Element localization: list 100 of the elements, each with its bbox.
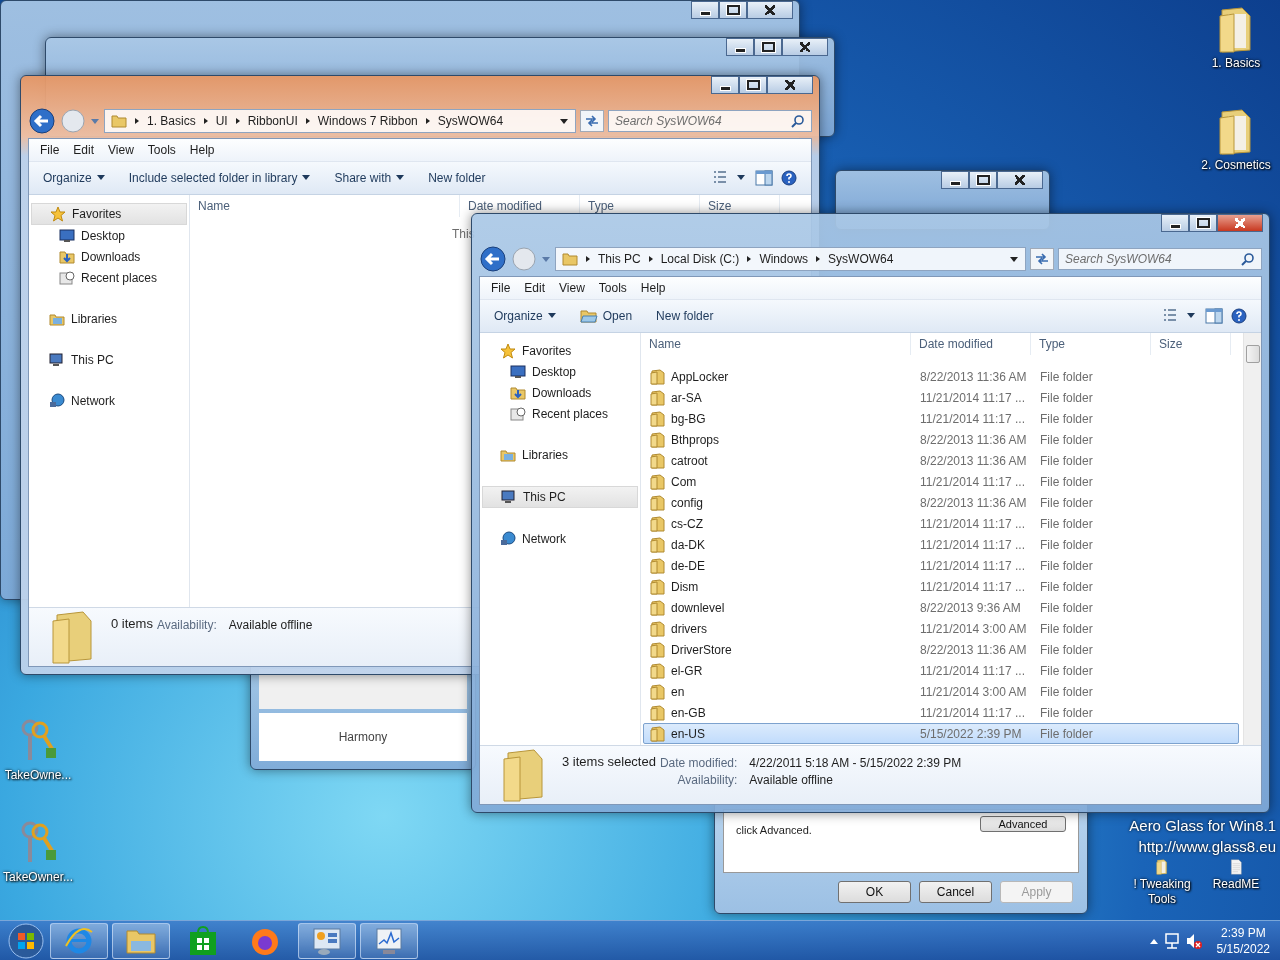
- nav-item[interactable]: Downloads: [31, 246, 187, 267]
- caret-icon[interactable]: [541, 254, 551, 264]
- start-button[interactable]: [6, 920, 46, 960]
- nav-item[interactable]: Network: [482, 529, 638, 549]
- breadcrumb-item[interactable]: SysWOW64: [828, 252, 894, 266]
- nav-item[interactable]: Recent places: [31, 267, 187, 288]
- file-row[interactable]: Dism 11/21/2014 11:17 ... File folder: [643, 576, 1239, 597]
- menu-item[interactable]: Help: [633, 281, 673, 295]
- file-row[interactable]: bg-BG 11/21/2014 11:17 ... File folder: [643, 408, 1239, 429]
- file-row[interactable]: ar-SA 11/21/2014 11:17 ... File folder: [643, 387, 1239, 408]
- menu-item[interactable]: View: [552, 281, 592, 295]
- nav-item[interactable]: Favorites: [482, 341, 638, 361]
- breadcrumb-item[interactable]: Windows: [759, 252, 809, 266]
- desktop-icon[interactable]: 1. Basics: [1194, 6, 1278, 71]
- refresh-button[interactable]: [1030, 248, 1054, 270]
- nav-item[interactable]: This PC: [31, 350, 187, 370]
- file-row[interactable]: en-GB 11/21/2014 11:17 ... File folder: [643, 702, 1239, 723]
- file-row[interactable]: en-US 5/15/2022 2:39 PM File folder: [643, 723, 1239, 744]
- scrollbar[interactable]: [1243, 333, 1261, 745]
- toolbar-button[interactable]: Organize: [486, 306, 564, 326]
- nav-item[interactable]: Libraries: [482, 445, 638, 465]
- toolbar-button[interactable]: New folder: [420, 168, 494, 188]
- toolbar-button[interactable]: Organize: [35, 168, 113, 188]
- menu-item[interactable]: Edit: [517, 281, 553, 295]
- advanced-button[interactable]: Advanced: [980, 816, 1066, 832]
- file-row[interactable]: config 8/22/2013 11:36 AM File folder: [643, 492, 1239, 513]
- nav-item[interactable]: Downloads: [482, 382, 638, 403]
- nav-item[interactable]: Favorites: [31, 203, 187, 225]
- nav-item[interactable]: Network: [31, 391, 187, 411]
- nav-item[interactable]: Recent places: [482, 403, 638, 424]
- close-button[interactable]: [747, 1, 793, 19]
- column-header[interactable]: Size: [1151, 333, 1231, 355]
- search-field[interactable]: Search SysWOW64: [608, 110, 812, 132]
- menu-item[interactable]: Tools: [140, 143, 183, 157]
- minimize-button[interactable]: [726, 38, 754, 56]
- help-button[interactable]: [1231, 308, 1247, 324]
- breadcrumb-item[interactable]: SysWOW64: [437, 114, 504, 128]
- breadcrumb-item[interactable]: This PC: [598, 252, 641, 266]
- clock[interactable]: 2:39 PM 5/15/2022: [1206, 924, 1274, 957]
- breadcrumb-item[interactable]: Local Disk (C:): [660, 252, 740, 266]
- minimize-button[interactable]: [711, 76, 739, 94]
- maximize-button[interactable]: [969, 171, 997, 189]
- address-bar[interactable]: 1. Basics UI RibbonUI Windows 7 Ribbon SysWOW64: [104, 109, 576, 133]
- breadcrumb-item[interactable]: UI: [215, 114, 228, 128]
- close-button[interactable]: [997, 171, 1043, 189]
- close-button[interactable]: [767, 76, 813, 94]
- address-bar[interactable]: This PC Local Disk (C:) Windows SysWOW64: [555, 247, 1026, 271]
- nav-item[interactable]: Libraries: [31, 309, 187, 329]
- back-button[interactable]: [479, 245, 507, 273]
- file-row[interactable]: de-DE 11/21/2014 11:17 ... File folder: [643, 555, 1239, 576]
- menu-item[interactable]: File: [484, 281, 518, 295]
- toolbar-button[interactable]: Open: [571, 305, 641, 327]
- view-options-button[interactable]: [1163, 308, 1197, 324]
- file-row[interactable]: Com 11/21/2014 11:17 ... File folder: [643, 471, 1239, 492]
- dialog-button[interactable]: Cancel: [919, 881, 992, 903]
- preview-pane-button[interactable]: [755, 170, 773, 186]
- column-header[interactable]: Type: [1031, 333, 1151, 355]
- toolbar-button[interactable]: Include selected folder in library: [120, 168, 319, 188]
- desktop-icon[interactable]: 2. Cosmetics: [1194, 108, 1278, 173]
- column-header[interactable]: Name: [641, 333, 911, 355]
- file-row[interactable]: AppLocker 8/22/2013 11:36 AM File folder: [643, 366, 1239, 387]
- taskbar-button[interactable]: [50, 922, 108, 959]
- file-row[interactable]: drivers 11/21/2014 3:00 AM File folder: [643, 618, 1239, 639]
- minimize-button[interactable]: [1161, 214, 1189, 232]
- menu-item[interactable]: Tools: [591, 281, 634, 295]
- file-row[interactable]: cs-CZ 11/21/2014 11:17 ... File folder: [643, 513, 1239, 534]
- menu-item[interactable]: File: [33, 143, 67, 157]
- maximize-button[interactable]: [719, 1, 747, 19]
- maximize-button[interactable]: [739, 76, 767, 94]
- refresh-button[interactable]: [580, 110, 604, 132]
- network-icon[interactable]: [1162, 931, 1181, 950]
- breadcrumb-item[interactable]: RibbonUI: [247, 114, 298, 128]
- back-button[interactable]: [28, 107, 56, 135]
- maximize-button[interactable]: [754, 38, 782, 56]
- minimize-button[interactable]: [941, 171, 969, 189]
- menu-item[interactable]: Edit: [66, 143, 102, 157]
- column-header[interactable]: Name: [190, 195, 460, 217]
- file-row[interactable]: en 11/21/2014 3:00 AM File folder: [643, 681, 1239, 702]
- taskbar-button[interactable]: [298, 922, 356, 959]
- dialog-button[interactable]: OK: [838, 881, 911, 903]
- preview-pane-button[interactable]: [1205, 308, 1223, 324]
- taskbar-button[interactable]: [112, 922, 170, 959]
- maximize-button[interactable]: [1189, 214, 1217, 232]
- breadcrumb-item[interactable]: 1. Basics: [147, 114, 196, 128]
- column-header[interactable]: Date modified: [911, 333, 1031, 355]
- file-row[interactable]: da-DK 11/21/2014 11:17 ... File folder: [643, 534, 1239, 555]
- close-button[interactable]: [782, 38, 828, 56]
- menu-item[interactable]: View: [101, 143, 141, 157]
- file-row[interactable]: Bthprops 8/22/2013 11:36 AM File folder: [643, 429, 1239, 450]
- view-options-button[interactable]: [713, 170, 747, 186]
- search-field[interactable]: Search SysWOW64: [1058, 248, 1262, 270]
- menu-item[interactable]: Help: [182, 143, 222, 157]
- help-button[interactable]: [781, 170, 797, 186]
- nav-item[interactable]: This PC: [482, 486, 638, 508]
- file-row[interactable]: el-GR 11/21/2014 11:17 ... File folder: [643, 660, 1239, 681]
- taskbar-button[interactable]: [360, 922, 418, 959]
- file-row[interactable]: catroot 8/22/2013 11:36 AM File folder: [643, 450, 1239, 471]
- breadcrumb-item[interactable]: Windows 7 Ribbon: [317, 114, 418, 128]
- minimize-button[interactable]: [691, 1, 719, 19]
- file-row[interactable]: DriverStore 8/22/2013 11:36 AM File folder: [643, 639, 1239, 660]
